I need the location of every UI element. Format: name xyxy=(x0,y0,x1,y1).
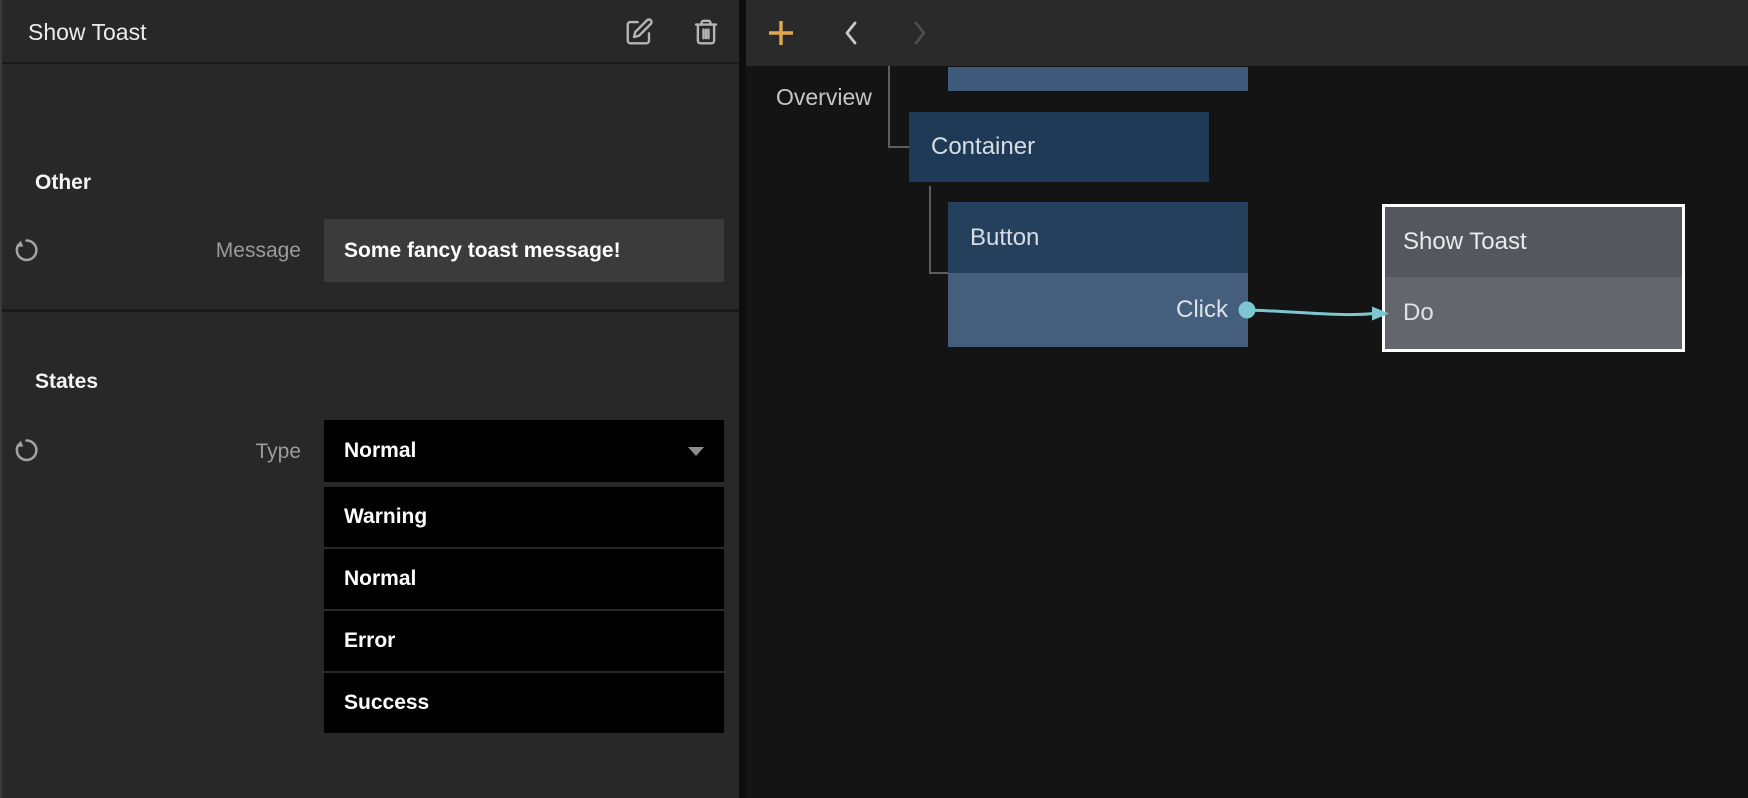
reset-icon xyxy=(14,251,40,266)
section-header-other: Other xyxy=(35,171,91,195)
property-panel-header: Show Toast xyxy=(2,0,741,64)
delete-node-button[interactable] xyxy=(691,16,723,48)
overview-root-label: Overview xyxy=(776,84,872,111)
reset-icon xyxy=(14,451,40,466)
tree-connector-line xyxy=(888,146,909,148)
type-label: Type xyxy=(112,440,301,464)
output-port-click-label: Click xyxy=(1176,296,1228,323)
output-port-dot[interactable] xyxy=(1239,302,1256,319)
graph-toolbar xyxy=(746,0,1748,66)
type-select[interactable]: Normal xyxy=(324,420,724,482)
trash-icon xyxy=(691,17,723,47)
type-select-value: Normal xyxy=(344,439,416,462)
navigate-back-button[interactable] xyxy=(834,15,870,51)
tree-connector-line xyxy=(888,66,890,148)
reset-message-button[interactable] xyxy=(14,237,40,263)
node-partial-clipped[interactable] xyxy=(948,67,1248,91)
node-container[interactable]: Container xyxy=(909,112,1209,182)
node-canvas[interactable]: Overview Container Button Click Show Toa… xyxy=(746,66,1748,798)
section-divider xyxy=(2,309,741,312)
chevron-left-icon xyxy=(834,18,870,48)
add-node-button[interactable] xyxy=(763,15,799,51)
panel-title: Show Toast xyxy=(28,19,146,46)
input-port-do-label: Do xyxy=(1403,299,1434,326)
property-panel: Show Toast xyxy=(0,0,739,798)
plus-icon xyxy=(763,18,799,48)
message-label: Message xyxy=(112,239,301,263)
node-container-label: Container xyxy=(931,133,1035,160)
node-show-toast-label: Show Toast xyxy=(1403,228,1527,255)
node-button-outputs: Click xyxy=(948,273,1248,347)
message-input[interactable]: Some fancy toast message! xyxy=(324,219,724,282)
node-button-header: Button xyxy=(948,202,1248,273)
panel-divider xyxy=(739,0,746,798)
chevron-down-icon xyxy=(688,447,704,456)
section-header-states: States xyxy=(35,370,98,394)
connection-arrowhead xyxy=(1372,307,1389,321)
type-option-success[interactable]: Success xyxy=(324,673,724,733)
type-option-error[interactable]: Error xyxy=(324,611,724,671)
node-show-toast[interactable]: Show Toast Do xyxy=(1382,204,1685,352)
app-root: Show Toast xyxy=(0,0,1748,798)
edit-icon xyxy=(624,17,656,47)
connection-click-to-do[interactable] xyxy=(1236,294,1406,338)
chevron-right-icon xyxy=(901,18,937,48)
type-option-normal[interactable]: Normal xyxy=(324,549,724,609)
tree-connector-line xyxy=(929,186,931,274)
navigate-forward-button[interactable] xyxy=(901,15,937,51)
node-button[interactable]: Button Click xyxy=(948,202,1248,347)
edit-node-button[interactable] xyxy=(624,16,656,48)
reset-type-button[interactable] xyxy=(14,437,40,463)
type-option-warning[interactable]: Warning xyxy=(324,487,724,547)
node-button-label: Button xyxy=(970,224,1039,251)
node-show-toast-header: Show Toast xyxy=(1385,207,1682,277)
node-show-toast-inputs: Do xyxy=(1385,277,1682,349)
node-graph-panel: Overview Container Button Click Show Toa… xyxy=(746,0,1748,798)
tree-connector-line xyxy=(929,272,948,274)
